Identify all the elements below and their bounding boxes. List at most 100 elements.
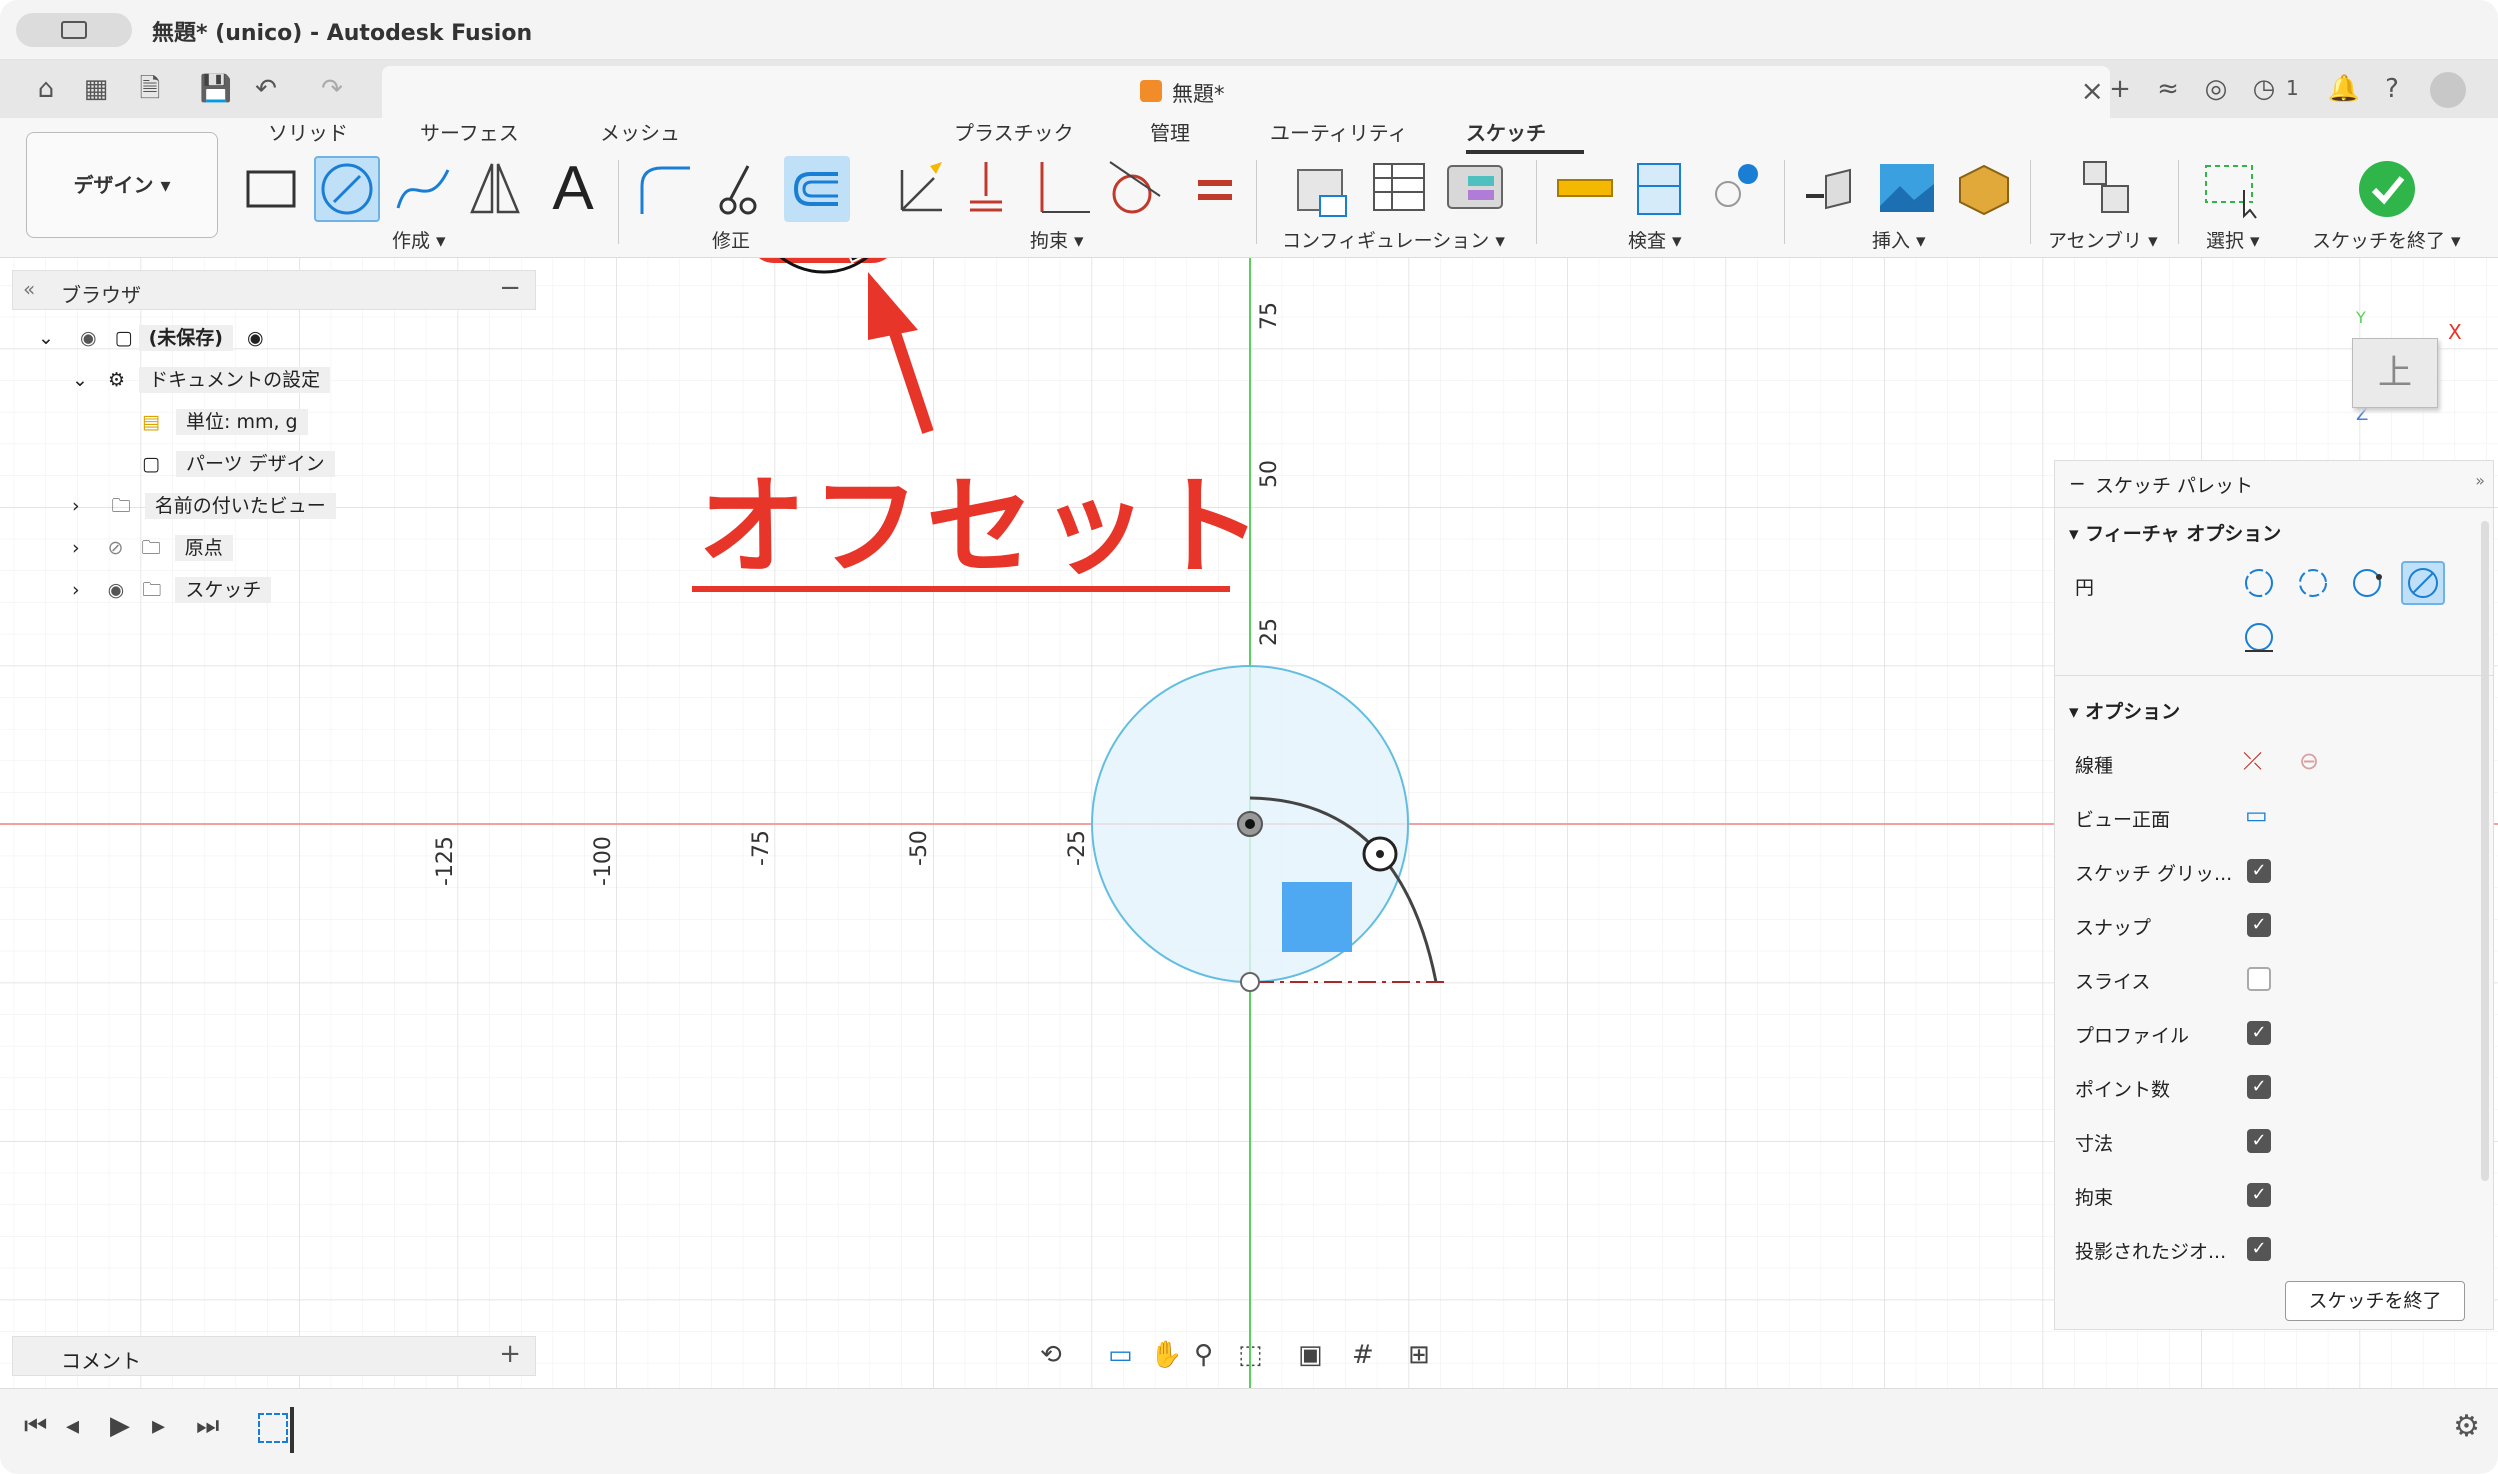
- minimize-icon[interactable]: −: [499, 273, 521, 303]
- trim-tool[interactable]: [708, 156, 774, 222]
- tab-manage[interactable]: 管理: [1150, 118, 1190, 154]
- move-copy-tool[interactable]: [890, 156, 956, 222]
- constraints-checkbox[interactable]: ✓: [2247, 1183, 2271, 1207]
- new-tab-icon[interactable]: +: [2100, 69, 2140, 109]
- insert-derive-tool[interactable]: [1800, 156, 1866, 222]
- options-header[interactable]: ▾ オプション: [2069, 697, 2180, 724]
- viewports-icon[interactable]: ⊞: [1408, 1340, 1430, 1370]
- insert-menu[interactable]: 挿入 ▾: [1872, 226, 1926, 253]
- tangent-circle-option-selected[interactable]: [2401, 561, 2445, 605]
- tree-item-origin[interactable]: › ⊘ 🗀 原点: [72, 530, 233, 566]
- tab-mesh[interactable]: メッシュ: [600, 118, 680, 154]
- look-at-icon[interactable]: ▭: [1108, 1340, 1133, 1370]
- add-comment-icon[interactable]: +: [499, 1339, 521, 1369]
- eye-icon[interactable]: ◉: [108, 579, 125, 601]
- select-tool[interactable]: [2200, 156, 2266, 222]
- center-diameter-circle-option[interactable]: [2241, 565, 2277, 601]
- pan-hand-icon[interactable]: ✋: [1150, 1340, 1182, 1370]
- chevron-right-icon[interactable]: ›: [72, 495, 80, 517]
- tab-sketch[interactable]: スケッチ: [1466, 118, 1584, 154]
- eye-hidden-icon[interactable]: ⊘: [108, 537, 124, 559]
- play-icon[interactable]: ▶: [110, 1411, 130, 1441]
- mirror-tool[interactable]: [462, 156, 528, 222]
- notification-icon[interactable]: 🔔: [2324, 69, 2364, 109]
- document-tab[interactable]: 無題* ×: [382, 66, 2110, 118]
- palette-expand-icon[interactable]: »: [2475, 471, 2485, 490]
- browser-header[interactable]: « ブラウザ −: [12, 270, 536, 310]
- chevron-down-icon[interactable]: ⌄: [38, 327, 54, 349]
- create-menu[interactable]: 作成 ▾: [392, 226, 446, 253]
- look-at-icon[interactable]: ▭: [2245, 801, 2268, 829]
- grid-settings-icon[interactable]: #: [1352, 1340, 1374, 1370]
- zoom-icon[interactable]: ⚲: [1194, 1340, 1213, 1370]
- points-checkbox[interactable]: ✓: [2247, 1075, 2271, 1099]
- circle-tool[interactable]: [314, 156, 380, 222]
- home-icon[interactable]: ⌂: [26, 69, 66, 109]
- chevron-right-icon[interactable]: ›: [72, 579, 80, 601]
- insert-image-tool[interactable]: [1874, 156, 1940, 222]
- view-cube-face-top[interactable]: 上: [2352, 338, 2438, 408]
- help-icon[interactable]: ?: [2372, 69, 2412, 109]
- perpendicular-tool[interactable]: [1030, 156, 1096, 222]
- timeline-sketch-feature[interactable]: [258, 1413, 288, 1443]
- tree-item-doc-settings[interactable]: ⌄ ⚙ ドキュメントの設定: [72, 362, 331, 398]
- measure-tool[interactable]: [1552, 156, 1618, 222]
- palette-scrollbar[interactable]: [2481, 521, 2489, 1181]
- snap-checkbox[interactable]: ✓: [2247, 913, 2271, 937]
- extensions-icon[interactable]: ◎: [2196, 69, 2236, 109]
- avatar[interactable]: [2430, 72, 2466, 108]
- redo-icon[interactable]: ↷: [312, 69, 352, 109]
- select-menu[interactable]: 選択 ▾: [2206, 226, 2260, 253]
- slice-checkbox[interactable]: [2247, 967, 2271, 991]
- timeline-settings-gear-icon[interactable]: ⚙: [2453, 1409, 2480, 1444]
- file-icon[interactable]: 🗎: [130, 69, 170, 109]
- tangent-tool[interactable]: [1102, 156, 1168, 222]
- tab-plastic[interactable]: プラスチック: [954, 118, 1074, 154]
- insert-mesh-tool[interactable]: [1950, 156, 2016, 222]
- collapse-panel-icon[interactable]: «: [23, 277, 35, 301]
- go-to-end-icon[interactable]: ⏭: [196, 1411, 219, 1442]
- timeline-marker[interactable]: [290, 1407, 294, 1453]
- tree-item-sketches[interactable]: › ◉ 🗀 スケッチ: [72, 572, 272, 608]
- tree-root[interactable]: ⌄ ◉ ▢ (未保存) ◉: [38, 320, 264, 356]
- projected-geometry-checkbox[interactable]: ✓: [2247, 1237, 2271, 1261]
- finish-sketch-button[interactable]: スケッチを終了: [2285, 1281, 2465, 1321]
- view-cube[interactable]: Y X Z 上: [2352, 308, 2486, 430]
- config-tool-2[interactable]: [1366, 156, 1432, 222]
- sketch-grid-checkbox[interactable]: ✓: [2247, 859, 2271, 883]
- tree-item-design-type[interactable]: ▢ パーツ デザイン: [142, 446, 335, 482]
- dimensions-checkbox[interactable]: ✓: [2247, 1129, 2271, 1153]
- 3-point-circle-option[interactable]: [2349, 565, 2385, 601]
- text-tool[interactable]: A: [540, 156, 606, 222]
- tab-solid[interactable]: ソリッド: [268, 118, 348, 154]
- inspect-menu[interactable]: 検査 ▾: [1628, 226, 1682, 253]
- chevron-right-icon[interactable]: ›: [72, 537, 80, 559]
- feature-options-header[interactable]: ▾ フィーチャ オプション: [2069, 519, 2281, 546]
- orbit-icon[interactable]: ⟲: [1040, 1340, 1062, 1370]
- offset-tool[interactable]: [784, 156, 850, 222]
- workspace-selector[interactable]: デザイン ▾: [26, 132, 218, 238]
- centerline-linetype-icon[interactable]: ⊖: [2299, 747, 2319, 775]
- palette-collapse-icon[interactable]: −: [2069, 471, 2086, 495]
- horizontal-constraint-tool[interactable]: [956, 156, 1022, 222]
- constraints-menu[interactable]: 拘束 ▾: [1030, 226, 1084, 253]
- grid-icon[interactable]: ▦: [76, 69, 116, 109]
- display-tool[interactable]: [1704, 156, 1770, 222]
- fillet-tool[interactable]: [632, 156, 698, 222]
- step-forward-icon[interactable]: ▸: [152, 1411, 165, 1441]
- configuration-menu[interactable]: コンフィギュレーション ▾: [1282, 226, 1505, 253]
- equal-tool[interactable]: [1180, 156, 1246, 222]
- assemble-menu[interactable]: アセンブリ ▾: [2048, 226, 2158, 253]
- tab-utilities[interactable]: ユーティリティ: [1270, 118, 1408, 154]
- section-analysis-tool[interactable]: [1628, 156, 1694, 222]
- 2-point-circle-option[interactable]: [2295, 565, 2331, 601]
- display-settings-icon[interactable]: ▣: [1298, 1340, 1323, 1370]
- config-tool-3[interactable]: [1442, 156, 1508, 222]
- tree-item-named-views[interactable]: › 🗀 名前の付いたビュー: [72, 488, 336, 524]
- config-tool-1[interactable]: [1290, 156, 1356, 222]
- circle-quadrant-point[interactable]: [1240, 972, 1260, 992]
- spline-tool[interactable]: [390, 156, 456, 222]
- go-to-start-icon[interactable]: ⏮: [24, 1411, 47, 1442]
- radio-icon[interactable]: ◉: [247, 327, 264, 349]
- rectangle-tool[interactable]: [238, 156, 304, 222]
